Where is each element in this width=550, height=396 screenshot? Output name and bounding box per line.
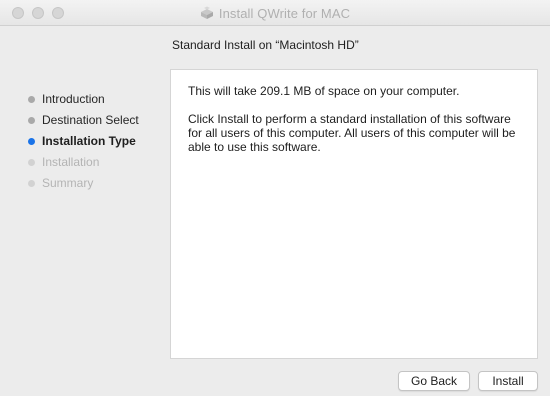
step-destination-select: Destination Select	[28, 110, 139, 131]
disk-space-text: This will take 209.1 MB of space on your…	[188, 84, 460, 98]
step-installation-type: Installation Type	[28, 131, 139, 152]
title-bar[interactable]: Install QWrite for MAC	[0, 0, 550, 26]
content-panel: This will take 209.1 MB of space on your…	[170, 69, 538, 359]
minimize-window-button[interactable]	[32, 7, 44, 19]
step-label: Introduction	[42, 92, 105, 106]
zoom-window-button[interactable]	[52, 7, 64, 19]
install-description-text: Click Install to perform a standard inst…	[188, 112, 516, 154]
page-subtitle: Standard Install on “Macintosh HD”	[172, 38, 359, 52]
close-window-button[interactable]	[12, 7, 24, 19]
step-bullet-icon	[28, 180, 35, 187]
installer-package-icon	[200, 6, 213, 19]
step-bullet-icon	[28, 159, 35, 166]
step-introduction: Introduction	[28, 89, 139, 110]
active-step-bullet-icon	[28, 138, 35, 145]
step-summary: Summary	[28, 173, 139, 194]
step-label: Installation	[42, 155, 100, 169]
window-title-group: Install QWrite for MAC	[0, 0, 550, 26]
step-label: Summary	[42, 176, 94, 190]
step-bullet-icon	[28, 117, 35, 124]
install-button[interactable]: Install	[478, 371, 538, 391]
window-title: Install QWrite for MAC	[218, 5, 351, 21]
step-bullet-icon	[28, 96, 35, 103]
step-label: Destination Select	[42, 113, 139, 127]
step-installation: Installation	[28, 152, 139, 173]
installer-window: Install QWrite for MAC Standard Install …	[0, 0, 550, 396]
go-back-button[interactable]: Go Back	[398, 371, 470, 391]
step-label: Installation Type	[42, 134, 136, 148]
installer-steps: Introduction Destination Select Installa…	[28, 89, 139, 194]
